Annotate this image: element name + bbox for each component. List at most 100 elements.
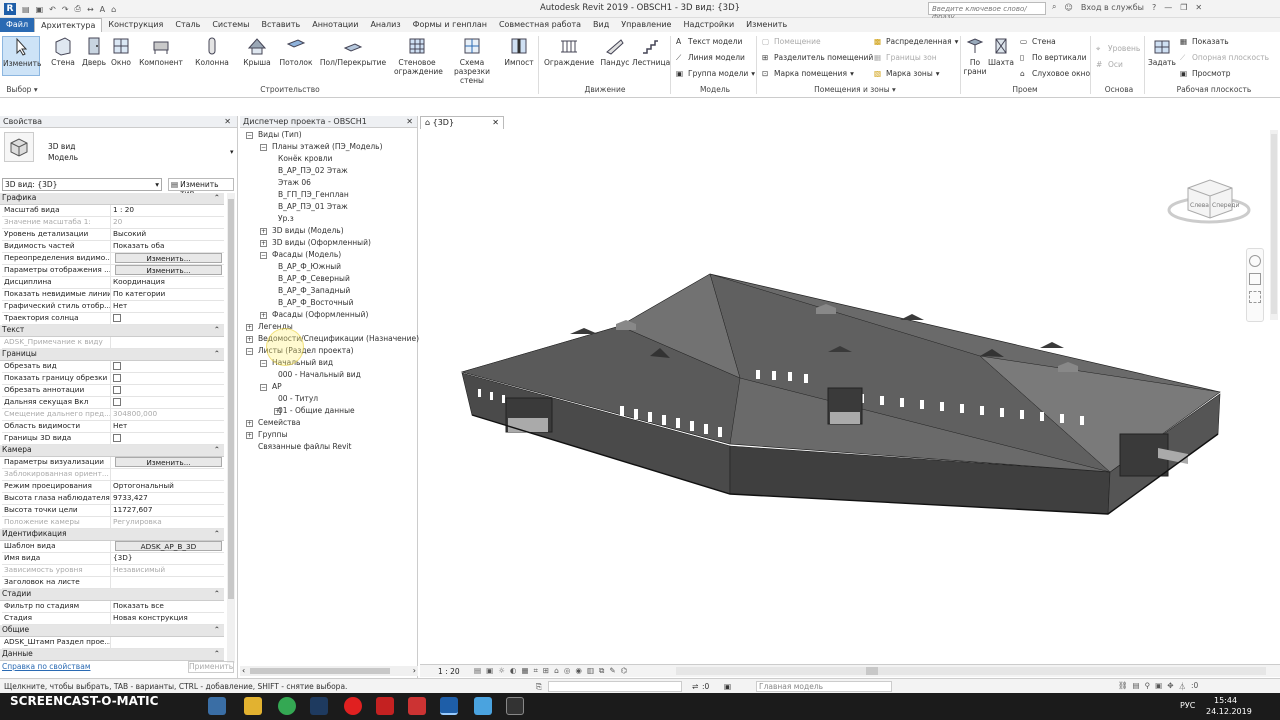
area-tag-button[interactable]: ▧ Марка зоны ▾ [874,69,940,78]
property-value-cell[interactable]: Изменить... [110,253,224,264]
property-value[interactable]: 304800,000 [113,409,157,418]
viewcube-front-face[interactable]: Спереди [1212,202,1239,209]
collapse-icon[interactable]: − [260,360,267,367]
browser-node[interactable]: 01 - Общие данные [278,406,355,415]
property-value-cell[interactable]: Изменить... [110,265,224,276]
property-edit-button[interactable]: Изменить... [115,457,222,467]
property-value-cell[interactable]: 1 : 20 [110,205,224,216]
close-icon[interactable]: ✕ [1195,3,1202,12]
browser-hscrollbar[interactable]: ‹ › [240,666,418,676]
property-row[interactable]: Видимость частей Показать оба [2,241,224,253]
property-value-cell[interactable]: Показать все [110,601,224,612]
edge-icon[interactable] [208,697,226,715]
tab-steel[interactable]: Сталь [169,18,206,32]
property-value[interactable]: 9733,427 [113,493,148,502]
view-scale[interactable]: 1 : 20 [438,667,460,676]
chrome-icon[interactable] [278,697,296,715]
revit-taskbar-icon[interactable] [440,697,458,715]
scroll-thumb[interactable] [866,667,878,675]
ceiling-button[interactable]: Потолок [278,36,314,67]
zoom-icon[interactable] [1249,273,1261,285]
expand-icon[interactable]: + [260,312,267,319]
property-row[interactable]: Смещение дальнего пред... 304800,000 [2,409,224,421]
building-model[interactable] [420,116,1280,678]
property-row[interactable]: Дальняя секущая Вкл [2,397,224,409]
scroll-right-icon[interactable]: › [413,666,416,675]
grid-button[interactable]: # Оси [1096,60,1123,69]
tab-manage[interactable]: Управление [615,18,677,32]
signin-link[interactable]: Вход в службы [1081,3,1144,12]
tab-architecture[interactable]: Архитектура [34,18,103,32]
scroll-thumb[interactable] [250,668,390,674]
property-value[interactable]: Регулировка [113,517,162,526]
roof-button[interactable]: Крыша [240,36,274,67]
property-value[interactable]: 11727,607 [113,505,152,514]
property-row[interactable]: Высота глаза наблюдателя 9733,427 [2,493,224,505]
property-checkbox[interactable] [113,386,121,394]
property-value-cell[interactable]: Регулировка [110,517,224,528]
property-value-cell[interactable] [110,313,224,324]
tab-view[interactable]: Вид [587,18,615,32]
component-button[interactable]: Компонент [138,36,184,67]
column-button[interactable]: Колонна [194,36,230,67]
browser-node[interactable]: В_АР_Ф_Южный [278,262,341,271]
property-row[interactable]: Высота точки цели 11727,607 [2,505,224,517]
explorer-icon[interactable] [244,697,262,715]
property-row[interactable]: Графический стиль отобр... Нет [2,301,224,313]
show-workplane-button[interactable]: ▦ Показать [1180,37,1229,46]
detail-level-icon[interactable]: ▤ [474,666,481,676]
collapse-icon[interactable]: − [260,144,267,151]
autocad-icon[interactable] [376,697,394,715]
property-value[interactable]: Показать все [113,601,164,610]
browser-node[interactable]: В_АР_Ф_Восточный [278,298,353,307]
browser-node[interactable]: Виды (Тип) [258,130,302,139]
area-boundary-button[interactable]: ▦ Границы зон [874,53,937,62]
workset-selector[interactable] [548,681,682,692]
browser-node[interactable]: В_АР_Ф_Северный [278,274,350,283]
properties-section[interactable]: Данные ⌃ [0,649,224,661]
property-value[interactable]: Ортогональный [113,481,174,490]
model-line-button[interactable]: ⟋ Линия модели [676,53,745,62]
property-value[interactable]: Нет [113,421,127,430]
browser-node[interactable]: Фасады (Оформленный) [272,310,368,319]
collapse-icon[interactable]: − [260,252,267,259]
property-row[interactable]: Заголовок на листе [2,577,224,589]
set-workplane-button[interactable]: Задать [1148,36,1176,67]
app2-icon[interactable] [506,697,524,715]
window-button[interactable]: Окно [108,36,134,67]
close-icon[interactable]: ✕ [406,117,413,126]
property-edit-button[interactable]: ADSK_АР_В_3D [115,541,222,551]
zoom-region-icon[interactable] [1249,291,1261,303]
property-value[interactable]: Новая конструкция [113,613,188,622]
property-row[interactable]: Шаблон вида ADSK_АР_В_3D [2,541,224,553]
search-icon[interactable]: ⌕ [1052,2,1056,12]
property-row[interactable]: Масштаб вида 1 : 20 [2,205,224,217]
close-icon[interactable]: ✕ [224,117,231,126]
property-value-cell[interactable]: 9733,427 [110,493,224,504]
property-value-cell[interactable]: 11727,607 [110,505,224,516]
scroll-thumb[interactable] [1271,134,1277,314]
room-tag-button[interactable]: ⊡ Марка помещения ▾ [762,69,854,78]
tab-annotate[interactable]: Аннотации [306,18,364,32]
shaft-button[interactable]: Шахта [988,36,1014,67]
expand-icon[interactable]: + [246,432,253,439]
property-value[interactable]: Координация [113,277,165,286]
yandex-icon[interactable] [344,697,362,715]
scroll-thumb[interactable] [228,199,234,599]
curtain-wall-button[interactable]: Стеновое ограждение [394,36,443,76]
view-tab[interactable]: ⌂ {3D} ✕ [420,116,504,129]
search-input[interactable]: Введите ключевое слово/фразу [928,2,1046,21]
property-row[interactable]: Показать невидимые линии По категории [2,289,224,301]
modify-button[interactable]: Изменить [2,36,41,76]
wall-button[interactable]: Стена [48,36,78,67]
group-select[interactable]: Выбор ▾ [4,85,40,94]
user-icon[interactable]: ☺ [1064,3,1072,12]
property-value-cell[interactable] [110,361,224,372]
mullion-button[interactable]: Импост [504,36,534,67]
floor-button[interactable]: Пол/Перекрытие [318,36,388,67]
clock-time[interactable]: 15:44 [1214,696,1237,705]
properties-scrollbar[interactable] [227,193,235,663]
lock-view-icon[interactable]: ⌂ [554,666,559,676]
ramp-button[interactable]: Пандус [598,36,632,67]
browser-node[interactable]: В_АР_ПЭ_01 Этаж [278,202,348,211]
